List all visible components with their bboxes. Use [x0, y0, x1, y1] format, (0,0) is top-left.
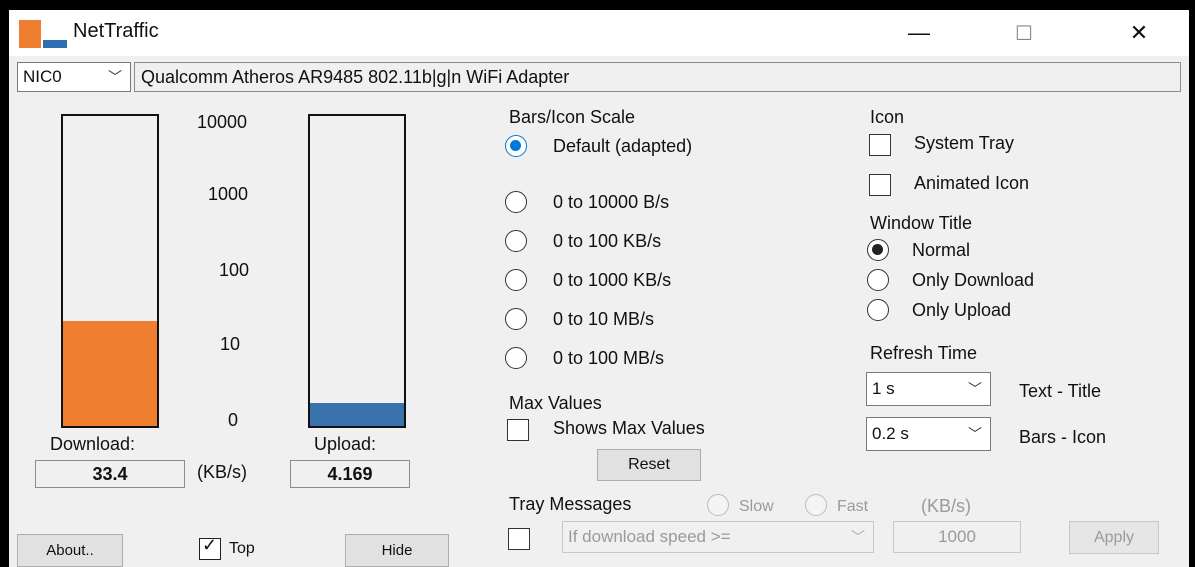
shows-max-values-checkbox[interactable]	[507, 419, 529, 441]
scale-option-label: 0 to 1000 KB/s	[553, 270, 672, 290]
upload-label: Upload:	[314, 434, 377, 454]
about-button[interactable]: About..	[17, 534, 123, 567]
text-title-label: Text - Title	[1019, 381, 1102, 401]
window-title: NetTraffic	[73, 20, 159, 42]
system-tray-checkbox[interactable]	[869, 134, 891, 156]
nic-select-value: NIC0	[23, 67, 62, 86]
hide-button[interactable]: Hide	[345, 534, 449, 567]
chevron-down-icon: ﹀	[108, 69, 122, 85]
scale-group-title: Bars/Icon Scale	[509, 107, 636, 127]
window-title-group-title: Window Title	[870, 213, 973, 233]
tray-fast-label: Fast	[837, 498, 869, 515]
bars-refresh-value: 0.2 s	[872, 424, 909, 443]
bars-refresh-select[interactable]: 0.2 s ﹀	[866, 417, 991, 451]
text-refresh-value: 1 s	[872, 379, 895, 398]
close-button[interactable]: ✕	[1109, 10, 1169, 56]
apply-button[interactable]: Apply	[1069, 521, 1159, 554]
window-title-option-label: Only Upload	[912, 300, 1012, 320]
scale-option-label: 0 to 10000 B/s	[553, 192, 670, 212]
animated-icon-label: Animated Icon	[914, 173, 1030, 193]
top-checkbox[interactable]: ✓	[199, 535, 221, 560]
title-bar: NetTraffic — ☐ ✕	[9, 10, 1189, 56]
upload-speed-value: 4.169	[290, 460, 410, 488]
download-bar	[61, 114, 159, 428]
adapter-name-field: Qualcomm Atheros AR9485 802.11b|g|n WiFi…	[134, 62, 1181, 92]
scale-radio-default[interactable]	[505, 135, 527, 157]
download-bar-fill	[63, 320, 157, 426]
scale-option-label: 0 to 100 MB/s	[553, 348, 665, 368]
tray-messages-title: Tray Messages	[509, 494, 632, 514]
tray-radio-slow[interactable]	[707, 494, 729, 516]
system-tray-label: System Tray	[914, 133, 1015, 153]
window-title-radio-only-upload[interactable]	[867, 299, 889, 321]
tray-threshold-input[interactable]: 1000	[893, 521, 1021, 553]
upload-bar	[308, 114, 406, 428]
scale-radio-10mbs[interactable]	[505, 308, 527, 330]
scale-radio-1000kbs[interactable]	[505, 269, 527, 291]
top-label: Top	[229, 540, 255, 557]
text-refresh-select[interactable]: 1 s ﹀	[866, 372, 991, 406]
tray-radio-fast[interactable]	[805, 494, 827, 516]
reset-button[interactable]: Reset	[597, 449, 701, 481]
speed-unit-label: (KB/s)	[197, 462, 248, 482]
download-label: Download:	[50, 434, 136, 454]
checkmark-icon: ✓	[202, 535, 218, 555]
tray-condition-value: If download speed >=	[568, 527, 731, 546]
scale-label-0: 0	[228, 410, 239, 430]
max-values-title: Max Values	[509, 393, 602, 413]
scale-label-100: 100	[219, 260, 250, 280]
animated-icon-checkbox[interactable]	[869, 174, 891, 196]
download-speed-value: 33.4	[35, 460, 185, 488]
icon-group-title: Icon	[870, 107, 905, 127]
shows-max-values-label: Shows Max Values	[553, 418, 705, 438]
chevron-down-icon: ﹀	[968, 426, 982, 442]
scale-radio-10000bs[interactable]	[505, 191, 527, 213]
chevron-down-icon: ﹀	[851, 529, 865, 545]
tray-messages-checkbox[interactable]	[508, 528, 530, 550]
scale-label-10: 10	[220, 334, 241, 354]
scale-radio-100mbs[interactable]	[505, 347, 527, 369]
window-title-option-label: Only Download	[912, 270, 1035, 290]
refresh-time-title: Refresh Time	[870, 343, 978, 363]
upload-bar-fill	[310, 402, 404, 426]
chevron-down-icon: ﹀	[968, 381, 982, 397]
scale-option-label: 0 to 100 KB/s	[553, 231, 662, 251]
tray-unit-label: (KB/s)	[921, 496, 972, 516]
tray-slow-label: Slow	[739, 498, 774, 515]
bars-icon-label: Bars - Icon	[1019, 427, 1107, 447]
maximize-button[interactable]: ☐	[994, 10, 1054, 56]
tray-condition-select[interactable]: If download speed >= ﹀	[562, 521, 874, 553]
scale-label-1000: 1000	[208, 184, 249, 204]
nettraffic-window: NetTraffic — ☐ ✕ NIC0 ﹀ Qualcomm Atheros…	[9, 10, 1189, 567]
window-title-radio-only-download[interactable]	[867, 269, 889, 291]
scale-label-10000: 10000	[197, 112, 248, 132]
scale-option-label: 0 to 10 MB/s	[553, 309, 655, 329]
scale-option-label: Default (adapted)	[553, 136, 693, 156]
window-title-option-label: Normal	[912, 240, 971, 260]
nic-select[interactable]: NIC0 ﹀	[17, 62, 131, 92]
scale-radio-100kbs[interactable]	[505, 230, 527, 252]
app-icon	[19, 20, 69, 48]
minimize-button[interactable]: —	[889, 10, 949, 56]
window-title-radio-normal[interactable]	[867, 239, 889, 261]
